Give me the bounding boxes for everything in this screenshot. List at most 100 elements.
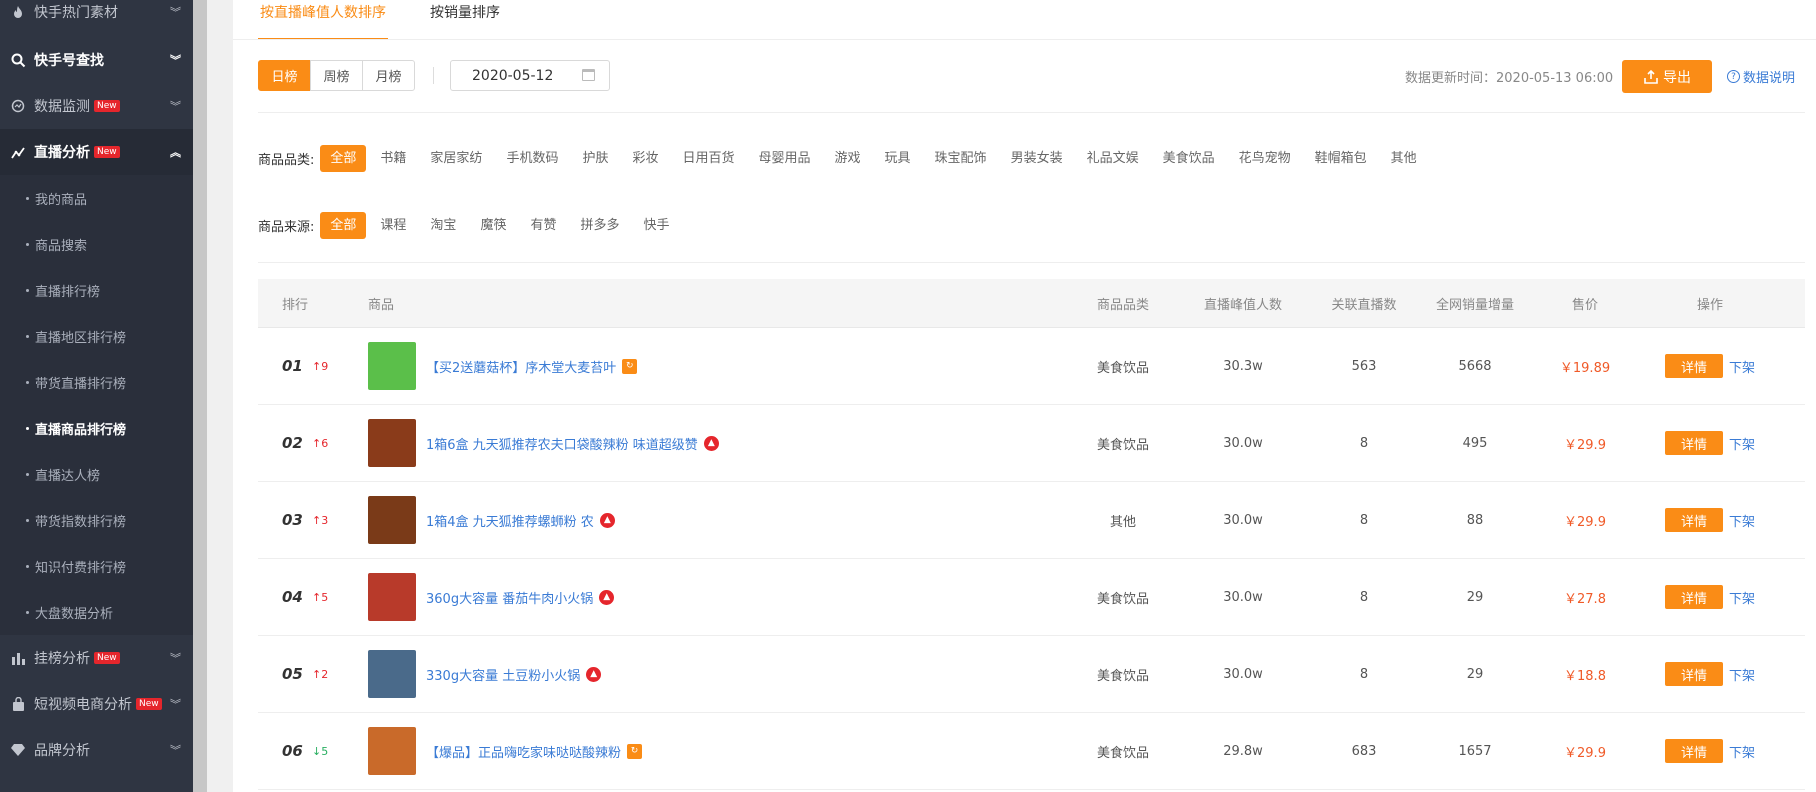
detail-button[interactable]: 详情 [1664, 508, 1723, 532]
coupon-icon: ↻ [622, 358, 638, 374]
product-cell: 1箱6盒 九天狐推荐农夫口袋酸辣粉 味道超级赞 ▲ [368, 419, 1068, 467]
source-option[interactable]: 课程 [370, 212, 416, 239]
sidebar-item-video-ecommerce[interactable]: 短视频电商分析 New ︾ [0, 681, 193, 727]
chevron-down-icon: ︾ [170, 100, 181, 113]
category-option[interactable]: 日用百货 [672, 145, 744, 172]
category-option[interactable]: 美食饮品 [1153, 145, 1225, 172]
sales-increase-cell: 29 [1466, 589, 1484, 605]
product-name-link[interactable]: 360g大容量 番茄牛肉小火锅 [426, 588, 593, 607]
bullet-icon [26, 426, 29, 430]
related-lives-cell: 8 [1359, 512, 1369, 528]
period-weekly-button[interactable]: 周榜 [310, 60, 363, 91]
category-option[interactable]: 珠宝配饰 [925, 145, 997, 172]
chevron-down-icon: ︾ [170, 744, 181, 757]
category-option[interactable]: 书籍 [370, 145, 416, 172]
product-name-link[interactable]: 【爆品】正品嗨吃家味哒哒酸辣粉 [426, 742, 621, 761]
source-option[interactable]: 淘宝 [420, 212, 466, 239]
product-thumbnail[interactable] [368, 727, 416, 775]
rank-number: 03 [282, 511, 303, 529]
sidebar-item-kuaishou-hot[interactable]: 快手热门素材 ︾ [0, 0, 193, 24]
sidebar-subitem-live-ranking[interactable]: 直播排行榜 [0, 267, 193, 313]
offshelf-link[interactable]: 下架 [1729, 665, 1755, 684]
category-option[interactable]: 男装女装 [1001, 145, 1073, 172]
detail-button[interactable]: 详情 [1664, 585, 1723, 609]
offshelf-link[interactable]: 下架 [1729, 357, 1755, 376]
category-option[interactable]: 鞋帽箱包 [1305, 145, 1377, 172]
export-button[interactable]: 导出 [1622, 60, 1712, 93]
sidebar-subitem-live-influencer-ranking[interactable]: 直播达人榜 [0, 451, 193, 497]
detail-button[interactable]: 详情 [1664, 739, 1723, 763]
actions-cell: 详情 下架 [1640, 585, 1780, 609]
offshelf-link[interactable]: 下架 [1729, 588, 1755, 607]
detail-button[interactable]: 详情 [1664, 662, 1723, 686]
sidebar-item-brand-analysis[interactable]: 品牌分析 ︾ [0, 727, 193, 773]
sidebar-scrollbar[interactable] [193, 0, 207, 792]
hot-icon: ▲ [586, 666, 602, 682]
category-option[interactable]: 礼品文娱 [1077, 145, 1149, 172]
sidebar-item-live-analysis[interactable]: 直播分析 New ︽ [0, 129, 193, 175]
period-daily-button[interactable]: 日榜 [258, 60, 311, 91]
chevron-down-icon: ︾ [170, 652, 181, 665]
chevron-down-icon: ︾ [170, 54, 181, 67]
product-name-link[interactable]: 【买2送蘑菇杯】序木堂大麦苔叶 [426, 357, 616, 376]
category-cell: 美食饮品 [1096, 745, 1149, 761]
rank-cell: 01 ↑9 [258, 357, 368, 375]
source-option[interactable]: 全部 [320, 212, 367, 239]
category-option[interactable]: 母婴用品 [749, 145, 821, 172]
source-option[interactable]: 有赞 [520, 212, 566, 239]
sidebar-subitem-live-product-ranking[interactable]: 直播商品排行榜 [0, 405, 193, 451]
sidebar-item-label: 数据监测 [34, 99, 90, 115]
category-option[interactable]: 花鸟宠物 [1229, 145, 1301, 172]
sidebar-item-list-analysis[interactable]: 挂榜分析 New ︾ [0, 635, 193, 681]
price-cell: ￥27.8 [1564, 591, 1606, 607]
rank-trend: ↑5 [312, 590, 329, 604]
category-option[interactable]: 彩妆 [622, 145, 668, 172]
price-cell: ￥29.9 [1564, 745, 1606, 761]
period-monthly-button[interactable]: 月榜 [362, 60, 415, 91]
sales-increase-cell: 29 [1466, 666, 1484, 682]
tab-sort-by-peak[interactable]: 按直播峰值人数排序 [258, 0, 388, 40]
product-thumbnail[interactable] [368, 419, 416, 467]
offshelf-link[interactable]: 下架 [1729, 742, 1755, 761]
source-option[interactable]: 快手 [633, 212, 679, 239]
tab-sort-by-sales[interactable]: 按销量排序 [428, 0, 502, 40]
category-option[interactable]: 其他 [1381, 145, 1427, 172]
sidebar-subitem-my-products[interactable]: 我的商品 [0, 175, 193, 221]
category-option[interactable]: 玩具 [875, 145, 921, 172]
sidebar-subitem-sales-live-ranking[interactable]: 带货直播排行榜 [0, 359, 193, 405]
col-peak-viewers: 直播峰值人数 [1203, 297, 1282, 313]
category-option[interactable]: 手机数码 [496, 145, 568, 172]
product-name-link[interactable]: 1箱6盒 九天狐推荐农夫口袋酸辣粉 味道超级赞 [426, 434, 698, 453]
offshelf-link[interactable]: 下架 [1729, 434, 1755, 453]
source-option[interactable]: 拼多多 [570, 212, 629, 239]
product-thumbnail[interactable] [368, 496, 416, 544]
sidebar-item-account-search[interactable]: 快手号查找 ︾ [0, 37, 193, 83]
date-picker[interactable]: 2020-05-12 [450, 60, 610, 91]
sidebar-subitem-sales-index-ranking[interactable]: 带货指数排行榜 [0, 497, 193, 543]
bullet-icon [26, 196, 29, 200]
category-option[interactable]: 游戏 [825, 145, 871, 172]
offshelf-link[interactable]: 下架 [1729, 511, 1755, 530]
sidebar-subitem-market-analysis[interactable]: 大盘数据分析 [0, 589, 193, 635]
data-note-link[interactable]: ? 数据说明 [1727, 67, 1795, 86]
sidebar-subitem-product-search[interactable]: 商品搜索 [0, 221, 193, 267]
sidebar-subitem-paid-knowledge-ranking[interactable]: 知识付费排行榜 [0, 543, 193, 589]
product-name-link[interactable]: 1箱4盒 九天狐推荐螺蛳粉 农 [426, 511, 594, 530]
sidebar-item-data-monitor[interactable]: 数据监测 New ︾ [0, 83, 193, 129]
new-badge: New [94, 146, 120, 158]
detail-button[interactable]: 详情 [1664, 431, 1723, 455]
source-option[interactable]: 魔筷 [470, 212, 516, 239]
col-price: 售价 [1571, 297, 1598, 313]
table-body: 01 ↑9 【买2送蘑菇杯】序木堂大麦苔叶 ↻ 美食饮品 30.3w 563 5668 ￥19.… [258, 328, 1805, 790]
category-option[interactable]: 家居家纺 [420, 145, 492, 172]
sidebar-subitem-live-region-ranking[interactable]: 直播地区排行榜 [0, 313, 193, 359]
category-option[interactable]: 护肤 [572, 145, 618, 172]
product-name-link[interactable]: 330g大容量 土豆粉小火锅 [426, 665, 580, 684]
bullet-icon [26, 242, 29, 246]
category-option[interactable]: 全部 [320, 145, 367, 172]
product-thumbnail[interactable] [368, 573, 416, 621]
product-thumbnail[interactable] [368, 342, 416, 390]
price-cell: ￥29.9 [1564, 437, 1606, 453]
product-thumbnail[interactable] [368, 650, 416, 698]
detail-button[interactable]: 详情 [1664, 354, 1723, 378]
